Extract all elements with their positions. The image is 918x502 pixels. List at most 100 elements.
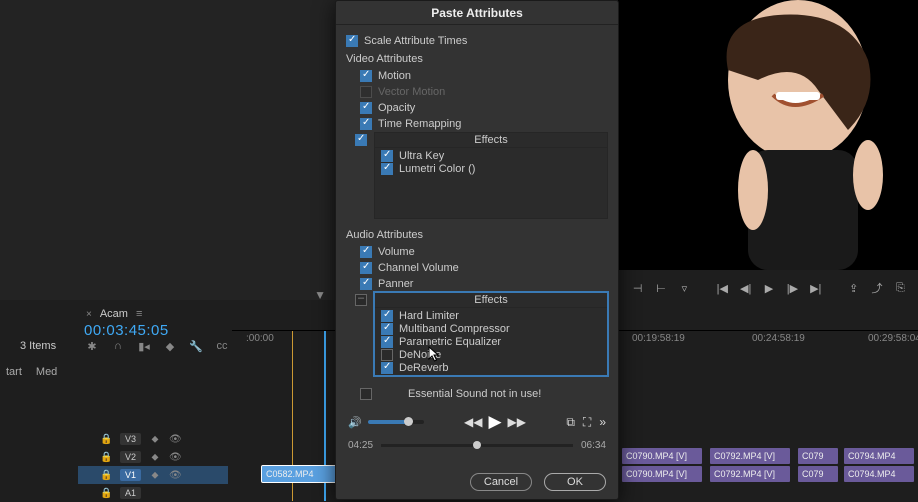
rewind-icon[interactable]: ◀◀ [464, 415, 482, 429]
video-effect-0-checkbox[interactable] [381, 150, 393, 162]
project-item-count: 3 Items [20, 340, 56, 352]
board-row: tart Med [0, 362, 57, 382]
track-headers: 🔒V3⬥👁🔒V2⬥👁🔒V1⬥👁🔒A1 [78, 430, 228, 500]
lock-icon[interactable]: 🔒 [100, 470, 112, 481]
panel-menu-icon[interactable]: ≡ [136, 308, 142, 320]
export-frame-icon[interactable]: ⎘ [891, 277, 910, 299]
playhead-timecode[interactable]: 00:03:45:05 [84, 322, 169, 339]
ruler-tick: 00:19:58:19 [632, 333, 685, 344]
duration-time: 06:34 [581, 440, 606, 451]
video-attr-0-checkbox[interactable] [360, 70, 372, 82]
clip[interactable]: C0792.MP4 [V] [710, 466, 790, 482]
volume-icon[interactable]: 🔊 [348, 416, 362, 429]
marker-icon[interactable]: ▿ [675, 277, 694, 299]
audio-effect-1-label: Multiband Compressor [399, 323, 510, 335]
audio-effect-3-checkbox[interactable] [381, 349, 393, 361]
sequence-tab[interactable]: × Acam ≡ [78, 305, 338, 323]
track-badge[interactable]: V2 [120, 451, 141, 463]
eye-icon[interactable]: 👁 [169, 434, 181, 445]
audio-effect-0-label: Hard Limiter [399, 310, 459, 322]
tag-icon[interactable]: ◆ [162, 338, 178, 354]
mark-in-icon[interactable]: ⊣ [628, 277, 647, 299]
eye-icon[interactable]: 👁 [169, 470, 181, 481]
audio-effect-4-checkbox[interactable] [381, 362, 393, 374]
cancel-button[interactable]: Cancel [470, 473, 532, 491]
video-attr-3-checkbox[interactable] [360, 118, 372, 130]
extract-icon[interactable]: ⤴ [867, 277, 886, 299]
marker-tool-icon[interactable]: ▮◂ [136, 338, 152, 354]
board-med: Med [36, 366, 57, 378]
essential-sound-checkbox[interactable] [360, 388, 372, 400]
lift-icon[interactable]: ⇪ [844, 277, 863, 299]
track-header-V2[interactable]: 🔒 V2 ⬥ 👁 [78, 448, 228, 466]
video-effect-1-label: Lumetri Color () [399, 163, 475, 175]
timeline-tools: ✱ ∩ ▮◂ ◆ 🔧 cc [84, 338, 230, 354]
play-button-icon[interactable]: ▶ [488, 412, 501, 432]
program-transport: ⊣ ⊢ ▿ |◀ ◀| ▶ |▶ ▶| ⇪ ⤴ ⎘ [620, 275, 918, 301]
video-effects-box: Effects Ultra KeyLumetri Color () [374, 132, 608, 219]
toggle-output-icon[interactable]: ⬥ [149, 434, 161, 445]
track-header-V3[interactable]: 🔒 V3 ⬥ 👁 [78, 430, 228, 448]
fastfwd-icon[interactable]: ▶▶ [508, 415, 526, 429]
ruler-tick: 00:24:58:19 [752, 333, 805, 344]
audio-attr-0-checkbox[interactable] [360, 246, 372, 258]
pip-icon[interactable]: ⧉ [566, 415, 575, 430]
video-attr-2-checkbox[interactable] [360, 102, 372, 114]
ok-button[interactable]: OK [544, 473, 606, 491]
audio-effect-1-checkbox[interactable] [381, 323, 393, 335]
mini-player: 🔊 ◀◀ ▶ ▶▶ ⧉ ⛶ » 04:25 [346, 412, 608, 454]
video-attr-0-label: Motion [378, 70, 411, 82]
lock-icon[interactable]: 🔒 [100, 452, 112, 463]
caption-icon[interactable]: cc [214, 338, 230, 354]
audio-effect-3-label: DeNoise [399, 349, 441, 361]
fullscreen-icon[interactable]: ⛶ [583, 415, 591, 430]
track-badge[interactable]: V1 [120, 469, 141, 481]
clip[interactable]: C0790.MP4 [V] [622, 448, 702, 464]
go-end-icon[interactable]: ▶| [806, 277, 825, 299]
progress-slider[interactable] [381, 444, 573, 447]
clip[interactable]: C0792.MP4 [V] [710, 448, 790, 464]
audio-attr-0-label: Volume [378, 246, 415, 258]
clip[interactable]: C0790.MP4 [V] [622, 466, 702, 482]
audio-effects-box: Effects Hard LimiterMultiband Compressor… [374, 292, 608, 376]
clip[interactable]: C0582.MP4 [262, 466, 338, 482]
audio-attr-1-checkbox[interactable] [360, 262, 372, 274]
scale-attribute-times-checkbox[interactable] [346, 35, 358, 47]
video-attr-3-label: Time Remapping [378, 118, 461, 130]
step-back-icon[interactable]: ◀| [736, 277, 755, 299]
step-fwd-icon[interactable]: |▶ [783, 277, 802, 299]
audio-attr-2-label: Panner [378, 278, 413, 290]
clip[interactable]: C079 [798, 466, 838, 482]
track-badge[interactable]: V3 [120, 433, 141, 445]
audio-effect-0-checkbox[interactable] [381, 310, 393, 322]
toggle-output-icon[interactable]: ⬥ [149, 452, 161, 463]
clip[interactable]: C0794.MP4 [844, 448, 914, 464]
lock-icon[interactable]: 🔒 [100, 434, 112, 445]
video-effects-master-checkbox[interactable] [355, 134, 367, 146]
eye-icon[interactable]: 👁 [169, 452, 181, 463]
snap-icon[interactable]: ✱ [84, 338, 100, 354]
track-header-V1[interactable]: 🔒 V1 ⬥ 👁 [78, 466, 228, 484]
video-effect-1-checkbox[interactable] [381, 163, 393, 175]
linked-selection-icon[interactable]: ∩ [110, 338, 126, 354]
dialog-title: Paste Attributes [336, 1, 618, 25]
wrench-icon[interactable]: 🔧 [188, 338, 204, 354]
clip[interactable]: C0794.MP4 [844, 466, 914, 482]
toggle-output-icon[interactable]: ⬥ [149, 470, 161, 481]
volume-slider[interactable] [368, 420, 424, 424]
video-attributes-heading: Video Attributes [346, 53, 608, 65]
mark-out-icon[interactable]: ⊢ [651, 277, 670, 299]
close-icon[interactable]: × [86, 309, 92, 320]
scale-attribute-times-label: Scale Attribute Times [364, 35, 467, 47]
go-start-icon[interactable]: |◀ [713, 277, 732, 299]
clip[interactable]: C079 [798, 448, 838, 464]
audio-attributes-heading: Audio Attributes [346, 229, 608, 241]
essential-sound-label: Essential Sound not in use! [408, 388, 541, 400]
audio-effects-master-checkbox[interactable] [355, 294, 367, 306]
more-icon[interactable]: » [599, 415, 606, 430]
audio-attr-2-checkbox[interactable] [360, 278, 372, 290]
video-attr-1-label: Vector Motion [378, 86, 445, 98]
audio-effect-2-checkbox[interactable] [381, 336, 393, 348]
audio-effects-heading: Effects [474, 294, 507, 306]
play-icon[interactable]: ▶ [759, 277, 778, 299]
